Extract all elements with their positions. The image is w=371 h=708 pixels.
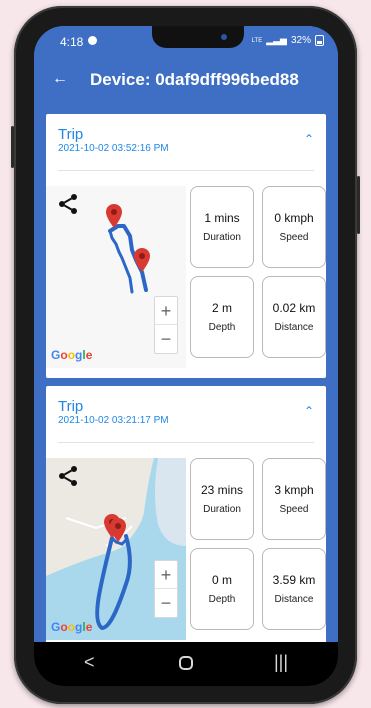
- duration-tile: 1 mins Duration: [190, 186, 254, 268]
- page-title: Device: 0daf9dff996bed88: [90, 70, 299, 89]
- duration-value: 1 mins: [204, 211, 240, 225]
- speed-label: Speed: [279, 232, 309, 243]
- zoom-in-button[interactable]: +: [155, 561, 177, 589]
- distance-value: 3.59 km: [272, 573, 316, 587]
- status-bar: 4:18 LTE ▂▃▅ 32%: [34, 26, 338, 58]
- battery-icon: [315, 35, 324, 46]
- zoom-out-button[interactable]: −: [155, 589, 177, 617]
- front-camera-icon: [221, 34, 227, 40]
- card-divider: [58, 170, 314, 171]
- speed-label: Speed: [279, 504, 309, 515]
- trip-card[interactable]: Trip 2021-10-02 03:52:16 PM ⌃ + − Google…: [46, 114, 326, 378]
- share-icon[interactable]: [56, 464, 80, 488]
- duration-label: Duration: [203, 232, 241, 243]
- speed-value: 0 kmph: [274, 211, 314, 225]
- nav-recent-button[interactable]: |||: [274, 652, 288, 673]
- trip-stats: 1 mins Duration 0 kmph Speed 2 m Depth 0…: [190, 186, 326, 362]
- map-zoom-controls[interactable]: + −: [154, 560, 178, 618]
- collapse-chevron-icon[interactable]: ⌃: [304, 404, 314, 418]
- distance-label: Distance: [274, 594, 314, 605]
- speed-tile: 0 kmph Speed: [262, 186, 326, 268]
- distance-tile: 0.02 km Distance: [262, 276, 326, 358]
- trip-map[interactable]: + − Google: [46, 458, 186, 640]
- speed-tile: 3 kmph Speed: [262, 458, 326, 540]
- depth-label: Depth: [208, 594, 236, 605]
- depth-tile: 2 m Depth: [190, 276, 254, 358]
- card-divider: [58, 442, 314, 443]
- depth-value: 0 m: [211, 573, 232, 587]
- zoom-out-button[interactable]: −: [155, 325, 177, 353]
- collapse-chevron-icon[interactable]: ⌃: [304, 132, 314, 146]
- map-zoom-controls[interactable]: + −: [154, 296, 178, 354]
- trip-stats: 23 mins Duration 3 kmph Speed 0 m Depth …: [190, 458, 326, 634]
- back-arrow-icon[interactable]: ←: [52, 70, 68, 88]
- status-time: 4:18: [60, 35, 84, 49]
- distance-tile: 3.59 km Distance: [262, 548, 326, 630]
- power-button: [357, 176, 360, 234]
- trip-title: Trip: [58, 398, 84, 415]
- zoom-in-button[interactable]: +: [155, 297, 177, 325]
- distance-label: Distance: [274, 322, 314, 333]
- duration-label: Duration: [203, 504, 241, 515]
- google-logo: Google: [51, 620, 93, 634]
- speed-value: 3 kmph: [274, 483, 314, 497]
- trip-list[interactable]: Trip 2021-10-02 03:52:16 PM ⌃ + − Google…: [34, 106, 338, 672]
- volume-button: [11, 126, 14, 168]
- notification-dot-icon: [88, 36, 97, 45]
- signal-icon: ▂▃▅: [266, 35, 287, 45]
- trip-card[interactable]: Trip 2021-10-02 03:21:17 PM ⌃ + − Google…: [46, 386, 326, 644]
- duration-tile: 23 mins Duration: [190, 458, 254, 540]
- share-icon[interactable]: [56, 192, 80, 216]
- trip-date: 2021-10-02 03:21:17 PM: [58, 415, 169, 426]
- nav-home-button[interactable]: [179, 656, 193, 670]
- depth-tile: 0 m Depth: [190, 548, 254, 630]
- trip-date: 2021-10-02 03:52:16 PM: [58, 143, 169, 154]
- trip-map[interactable]: + − Google: [46, 186, 186, 368]
- camera-notch: [152, 26, 244, 48]
- status-icons: LTE ▂▃▅ 32%: [252, 35, 324, 46]
- duration-value: 23 mins: [200, 483, 244, 497]
- distance-value: 0.02 km: [272, 301, 316, 315]
- trip-title: Trip: [58, 126, 84, 143]
- depth-value: 2 m: [211, 301, 232, 315]
- battery-percent: 32%: [290, 35, 311, 46]
- lte-label: LTE: [251, 37, 263, 44]
- app-bar: ← Device: 0daf9dff996bed88: [34, 58, 338, 106]
- screen: 4:18 LTE ▂▃▅ 32% ← Device: 0daf9dff996be…: [34, 26, 338, 686]
- google-logo: Google: [51, 348, 93, 362]
- system-nav-bar: < |||: [34, 642, 338, 686]
- nav-back-button[interactable]: <: [84, 652, 95, 673]
- depth-label: Depth: [208, 322, 236, 333]
